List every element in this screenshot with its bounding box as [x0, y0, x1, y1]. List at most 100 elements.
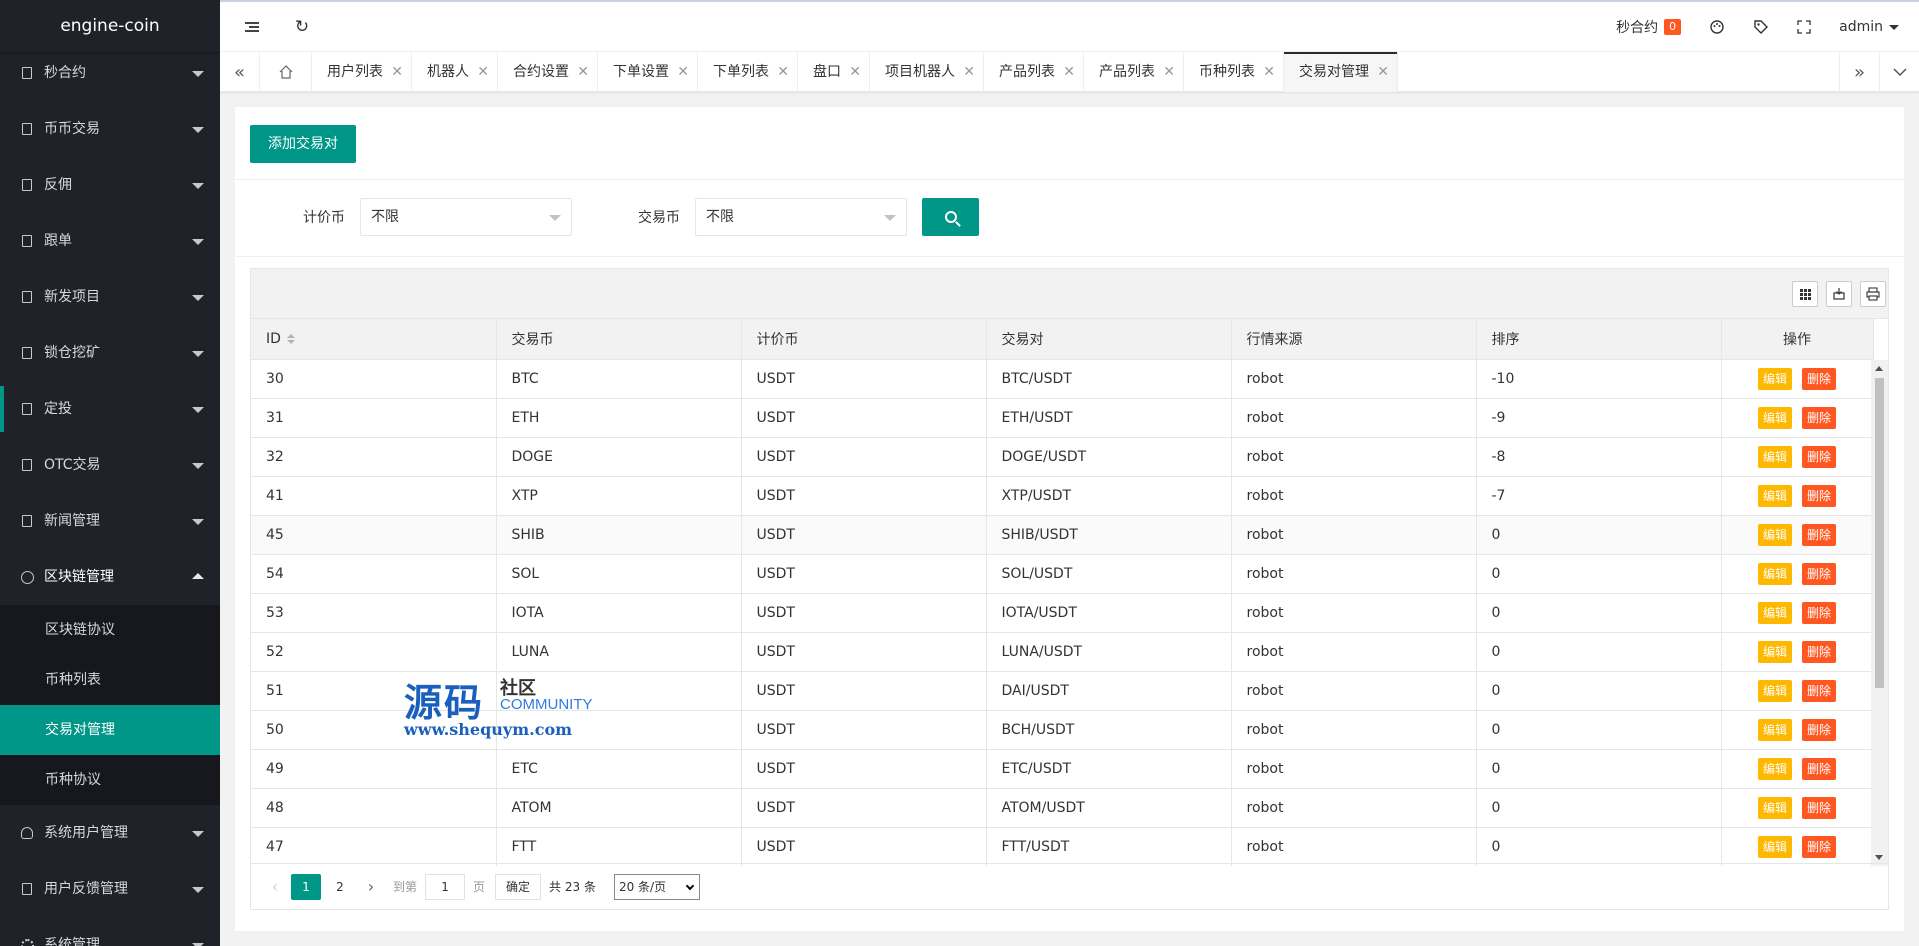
submenu-item-protocol[interactable]: 区块链协议 [0, 605, 220, 655]
tab-contract-settings[interactable]: 合约设置 ✕ [498, 52, 598, 92]
edit-button[interactable]: 编辑 [1757, 524, 1792, 546]
edit-button[interactable]: 编辑 [1757, 641, 1792, 663]
tab-pair-manage[interactable]: 交易对管理 ✕ [1284, 52, 1398, 92]
close-icon[interactable]: ✕ [477, 52, 489, 92]
tabs-menu-chevron-down-icon[interactable] [1879, 52, 1919, 92]
tab-order-list[interactable]: 下单列表 ✕ [698, 52, 798, 92]
tabs-scroll-right-icon[interactable]: » [1839, 52, 1879, 92]
close-icon[interactable]: ✕ [677, 52, 689, 92]
cell-trade-coin: SOL [496, 554, 742, 594]
edit-button[interactable]: 编辑 [1757, 407, 1792, 429]
tab-order-settings[interactable]: 下单设置 ✕ [598, 52, 698, 92]
close-icon[interactable]: ✕ [1063, 52, 1075, 92]
tab-product-list[interactable]: 产品列表 ✕ [984, 52, 1084, 92]
edit-button[interactable]: 编辑 [1757, 563, 1792, 585]
file-icon [20, 325, 34, 381]
close-icon[interactable]: ✕ [391, 52, 403, 92]
edit-button[interactable]: 编辑 [1757, 680, 1792, 702]
sidebar-item-news[interactable]: 新闻管理 [0, 493, 220, 549]
close-icon[interactable]: ✕ [1163, 52, 1175, 92]
edit-button[interactable]: 编辑 [1757, 602, 1792, 624]
scroll-up-icon[interactable] [1875, 365, 1883, 371]
page-size-select[interactable]: 20 条/页 [613, 873, 700, 900]
delete-button[interactable]: 删除 [1802, 367, 1837, 390]
cell-pair: DOGE/USDT [986, 437, 1232, 477]
sidebar-item-rebate[interactable]: 反佣 [0, 157, 220, 213]
sidebar-item-feedback[interactable]: 用户反馈管理 [0, 861, 220, 917]
close-icon[interactable]: ✕ [1377, 52, 1389, 92]
delete-button[interactable]: 删除 [1802, 602, 1837, 624]
goto-confirm-button[interactable]: 确定 [495, 873, 542, 900]
prev-page-icon[interactable]: ‹ [261, 877, 289, 896]
edit-button[interactable]: 编辑 [1757, 485, 1792, 507]
next-page-icon[interactable]: › [357, 877, 385, 896]
sidebar-item-new-project[interactable]: 新发项目 [0, 269, 220, 325]
edit-button[interactable]: 编辑 [1757, 836, 1792, 858]
delete-button[interactable]: 删除 [1802, 719, 1837, 741]
export-icon[interactable] [1826, 281, 1852, 307]
edit-button[interactable]: 编辑 [1757, 367, 1792, 390]
tab-user-list[interactable]: 用户列表 ✕ [312, 52, 412, 92]
theme-icon[interactable] [1695, 19, 1739, 35]
tab-product-list-2[interactable]: 产品列表 ✕ [1084, 52, 1184, 92]
page-input[interactable]: 1 [425, 873, 466, 900]
submenu-item-coin-list[interactable]: 币种列表 [0, 655, 220, 705]
delete-button[interactable]: 删除 [1802, 758, 1837, 780]
close-icon[interactable]: ✕ [777, 52, 789, 92]
sidebar-item-system[interactable]: 系统管理 [0, 917, 220, 946]
sidebar-item-sys-user[interactable]: 系统用户管理 [0, 805, 220, 861]
menu-toggle-icon[interactable] [240, 2, 264, 52]
sidebar-item-coin-trade[interactable]: 币币交易 [0, 101, 220, 157]
tab-orderbook[interactable]: 盘口 ✕ [798, 52, 870, 92]
edit-button[interactable]: 编辑 [1757, 446, 1792, 468]
tab-project-robot[interactable]: 项目机器人 ✕ [870, 52, 984, 92]
table-body-scroll[interactable]: 30 BTC USDT BTC/USDT robot -10 编辑 删除 31 ETH USDT ET… [251, 359, 1888, 866]
print-icon[interactable] [1860, 281, 1886, 307]
edit-button[interactable]: 编辑 [1757, 797, 1792, 819]
sidebar-item-blockchain[interactable]: 区块链管理 [0, 549, 220, 605]
page-1[interactable]: 1 [291, 873, 321, 900]
columns-filter-icon[interactable] [1792, 281, 1818, 307]
delete-button[interactable]: 删除 [1802, 836, 1837, 858]
close-icon[interactable]: ✕ [1263, 52, 1275, 92]
search-button[interactable] [922, 198, 979, 236]
close-icon[interactable]: ✕ [849, 52, 861, 92]
vertical-scrollbar[interactable] [1871, 359, 1888, 866]
sort-icon[interactable] [286, 333, 295, 344]
add-pair-button[interactable]: 添加交易对 [250, 125, 356, 163]
page-2[interactable]: 2 [325, 874, 355, 900]
tab-home[interactable] [260, 52, 312, 92]
col-id[interactable]: ID [251, 319, 497, 360]
delete-button[interactable]: 删除 [1802, 641, 1837, 663]
user-menu[interactable]: admin [1825, 19, 1919, 35]
sidebar-item-otc[interactable]: OTC交易 [0, 437, 220, 493]
submenu-item-pair-manage[interactable]: 交易对管理 [0, 705, 220, 755]
sidebar-item-second-contract[interactable]: 秒合约 [0, 45, 220, 101]
refresh-icon[interactable]: ↻ [290, 2, 314, 52]
tab-coin-list[interactable]: 币种列表 ✕ [1184, 52, 1284, 92]
delete-button[interactable]: 删除 [1802, 680, 1837, 702]
sidebar-item-fixed-invest[interactable]: 定投 [0, 381, 220, 437]
delete-button[interactable]: 删除 [1802, 485, 1837, 507]
edit-button[interactable]: 编辑 [1757, 758, 1792, 780]
delete-button[interactable]: 删除 [1802, 446, 1837, 468]
scrollbar-thumb[interactable] [1875, 377, 1884, 688]
edit-button[interactable]: 编辑 [1757, 719, 1792, 741]
notice-button[interactable]: 秒合约 0 [1602, 17, 1695, 37]
quote-coin-select[interactable]: 不限 [360, 198, 572, 236]
sidebar-item-copy-trade[interactable]: 跟单 [0, 213, 220, 269]
sidebar-item-lock-mining[interactable]: 锁仓挖矿 [0, 325, 220, 381]
delete-button[interactable]: 删除 [1802, 563, 1837, 585]
scroll-down-icon[interactable] [1875, 854, 1883, 860]
delete-button[interactable]: 删除 [1802, 407, 1837, 429]
submenu-item-coin-protocol[interactable]: 币种协议 [0, 755, 220, 805]
tab-robot[interactable]: 机器人 ✕ [412, 52, 498, 92]
close-icon[interactable]: ✕ [577, 52, 589, 92]
close-icon[interactable]: ✕ [963, 52, 975, 92]
fullscreen-icon[interactable] [1783, 20, 1825, 34]
delete-button[interactable]: 删除 [1802, 797, 1837, 819]
delete-button[interactable]: 删除 [1802, 524, 1837, 546]
tabs-scroll-left-icon[interactable]: « [220, 52, 260, 92]
trade-coin-select[interactable]: 不限 [695, 198, 907, 236]
tag-icon[interactable] [1739, 19, 1783, 35]
